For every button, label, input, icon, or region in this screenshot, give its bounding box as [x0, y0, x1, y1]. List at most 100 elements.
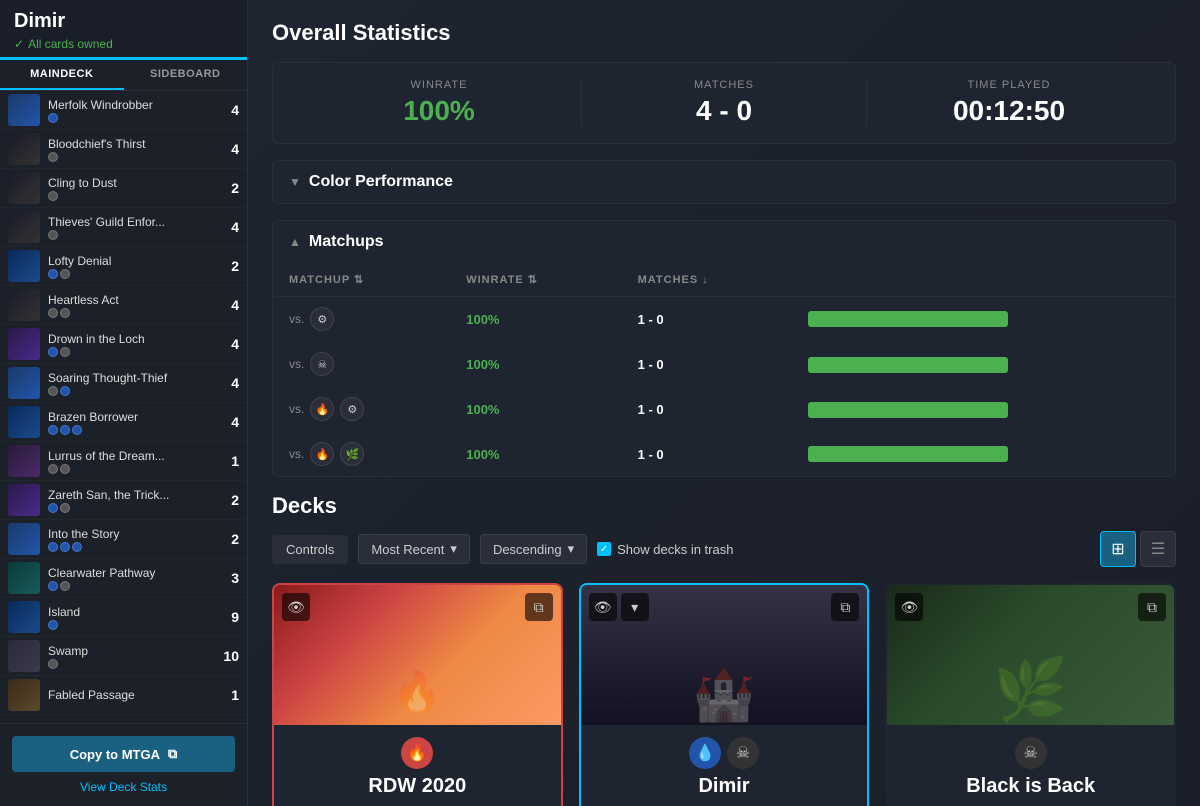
- table-row[interactable]: vs.🔥🌿100%1 - 0: [273, 432, 1175, 476]
- tab-sideboard[interactable]: SIDEBOARD: [124, 60, 248, 90]
- deck-eye-button[interactable]: 👁: [282, 593, 310, 621]
- sidebar-actions: Copy to MTGA ⧉ View Deck Stats: [0, 723, 247, 806]
- matchups-table: MATCHUP ⇅ WINRATE ⇅ MATCHES ↓ vs.⚙100%1 …: [273, 263, 1175, 476]
- deck-color-icon: 🔥: [401, 737, 433, 769]
- list-item[interactable]: Lofty Denial2: [0, 247, 247, 286]
- u-mana-icon: [48, 503, 58, 513]
- list-item[interactable]: Heartless Act4: [0, 286, 247, 325]
- time-label: TIME PLAYED: [867, 79, 1151, 91]
- b-mana-icon: [48, 659, 58, 669]
- deck-eye-button[interactable]: 👁: [895, 593, 923, 621]
- card-list: Merfolk Windrobber4Bloodchief's Thirst4C…: [0, 91, 247, 723]
- deck-color-icon: 💧: [689, 737, 721, 769]
- deck-color-icon: ☠: [727, 737, 759, 769]
- list-item[interactable]: Lurrus of the Dream...1: [0, 442, 247, 481]
- u-mana-icon: [60, 386, 70, 396]
- list-item[interactable]: Island9: [0, 598, 247, 637]
- b-mana-icon: [48, 308, 58, 318]
- color-performance-title: Color Performance: [309, 173, 453, 191]
- bar-col-header: [792, 263, 1175, 297]
- b-mana-icon: [60, 581, 70, 591]
- u-mana-icon: [48, 113, 58, 123]
- winrate-col-header[interactable]: WINRATE ⇅: [450, 263, 621, 297]
- matches-col-header[interactable]: MATCHES ↓: [622, 263, 792, 297]
- deck-name: RDW 2020: [286, 775, 549, 798]
- matchup-color-icon: ⚙: [340, 397, 364, 421]
- decks-title: Decks: [272, 493, 1176, 519]
- tab-maindeck[interactable]: MAINDECK: [0, 60, 124, 90]
- checkbox-checked-icon: ✓: [597, 542, 611, 556]
- time-stat: TIME PLAYED 00:12:50: [866, 79, 1151, 127]
- b-mana-icon: [60, 464, 70, 474]
- b-mana-icon: [48, 386, 58, 396]
- matches-value: 4 - 0: [582, 95, 866, 127]
- order-button[interactable]: Descending ▾: [480, 534, 587, 564]
- matchups-header[interactable]: ▲ Matchups: [273, 221, 1175, 263]
- color-performance-header[interactable]: ▼ Color Performance: [273, 161, 1175, 203]
- u-mana-icon: [48, 581, 58, 591]
- sort-button[interactable]: Most Recent ▾: [358, 534, 470, 564]
- list-item[interactable]: Cling to Dust2: [0, 169, 247, 208]
- decks-section: Decks Controls Most Recent ▾ Descending …: [272, 493, 1176, 806]
- copy-to-mtga-button[interactable]: Copy to MTGA ⧉: [12, 736, 235, 772]
- list-item[interactable]: Thieves' Guild Enfor...4: [0, 208, 247, 247]
- matches-stat: MATCHES 4 - 0: [581, 79, 866, 127]
- winrate-value: 100%: [297, 95, 581, 127]
- matchups-section: ▲ Matchups MATCHUP ⇅ WINRATE ⇅ MATCHES ↓…: [272, 220, 1176, 477]
- table-row[interactable]: vs.🔥⚙100%1 - 0: [273, 387, 1175, 432]
- deck-card[interactable]: 👁⧉🌿☠Black is BackWINRATE100%MATCHES1 - 0: [885, 583, 1176, 806]
- deck-eye-button[interactable]: 👁: [589, 593, 617, 621]
- b-mana-icon: [48, 152, 58, 162]
- deck-copy-button[interactable]: ⧉: [1138, 593, 1166, 621]
- deck-title: Dimir: [14, 10, 233, 33]
- list-item[interactable]: Fabled Passage1: [0, 676, 247, 715]
- deck-card[interactable]: 👁⧉🔥🔥RDW 2020WINRATE100%MATCHES1 - 0: [272, 583, 563, 806]
- list-item[interactable]: Drown in the Loch4: [0, 325, 247, 364]
- show-trash-toggle[interactable]: ✓ Show decks in trash: [597, 542, 733, 557]
- matchup-color-icon: 🌿: [340, 442, 364, 466]
- view-deck-stats-link[interactable]: View Deck Stats: [12, 780, 235, 794]
- table-row[interactable]: vs.⚙100%1 - 0: [273, 297, 1175, 343]
- deck-copy-button[interactable]: ⧉: [525, 593, 553, 621]
- list-view-button[interactable]: ☰: [1140, 531, 1176, 567]
- chevron-up-icon: ▲: [289, 235, 301, 249]
- u-mana-icon: [48, 620, 58, 630]
- u-mana-icon: [48, 542, 58, 552]
- view-toggle: ⊞ ☰: [1100, 531, 1176, 567]
- b-mana-icon: [48, 230, 58, 240]
- deck-grid: 👁⧉🔥🔥RDW 2020WINRATE100%MATCHES1 - 0👁▾⧉🏰💧…: [272, 583, 1176, 806]
- copy-icon: ⧉: [168, 746, 177, 762]
- b-mana-icon: [60, 308, 70, 318]
- list-item[interactable]: Zareth San, the Trick...2: [0, 481, 247, 520]
- deck-copy-button[interactable]: ⧉: [831, 593, 859, 621]
- deck-dropdown-button[interactable]: ▾: [621, 593, 649, 621]
- u-mana-icon: [48, 347, 58, 357]
- overall-stats-box: WINRATE 100% MATCHES 4 - 0 TIME PLAYED 0…: [272, 62, 1176, 144]
- matchup-color-icon: 🔥: [310, 397, 334, 421]
- sidebar-header: Dimir ✓ All cards owned: [0, 0, 247, 60]
- list-item[interactable]: Clearwater Pathway3: [0, 559, 247, 598]
- owned-indicator: ✓ All cards owned: [14, 37, 233, 51]
- b-mana-icon: [60, 503, 70, 513]
- list-item[interactable]: Merfolk Windrobber4: [0, 91, 247, 130]
- b-mana-icon: [60, 347, 70, 357]
- overall-statistics-title: Overall Statistics: [272, 20, 1176, 46]
- matchup-color-icon: 🔥: [310, 442, 334, 466]
- deck-card[interactable]: 👁▾⧉🏰💧☠DimirWINRATE100%MATCHES2 - 0: [579, 583, 870, 806]
- list-item[interactable]: Soaring Thought-Thief4: [0, 364, 247, 403]
- list-item[interactable]: Into the Story2: [0, 520, 247, 559]
- matches-label: MATCHES: [582, 79, 866, 91]
- b-mana-icon: [48, 464, 58, 474]
- color-performance-section: ▼ Color Performance: [272, 160, 1176, 204]
- main-content: Overall Statistics WINRATE 100% MATCHES …: [248, 0, 1200, 806]
- winrate-label: WINRATE: [297, 79, 581, 91]
- list-item[interactable]: Brazen Borrower4: [0, 403, 247, 442]
- matchup-col-header[interactable]: MATCHUP ⇅: [273, 263, 450, 297]
- list-item[interactable]: Bloodchief's Thirst4: [0, 130, 247, 169]
- grid-view-button[interactable]: ⊞: [1100, 531, 1136, 567]
- u-mana-icon: [60, 425, 70, 435]
- list-item[interactable]: Swamp10: [0, 637, 247, 676]
- b-mana-icon: [60, 269, 70, 279]
- matchup-color-icon: ☠: [310, 352, 334, 376]
- table-row[interactable]: vs.☠100%1 - 0: [273, 342, 1175, 387]
